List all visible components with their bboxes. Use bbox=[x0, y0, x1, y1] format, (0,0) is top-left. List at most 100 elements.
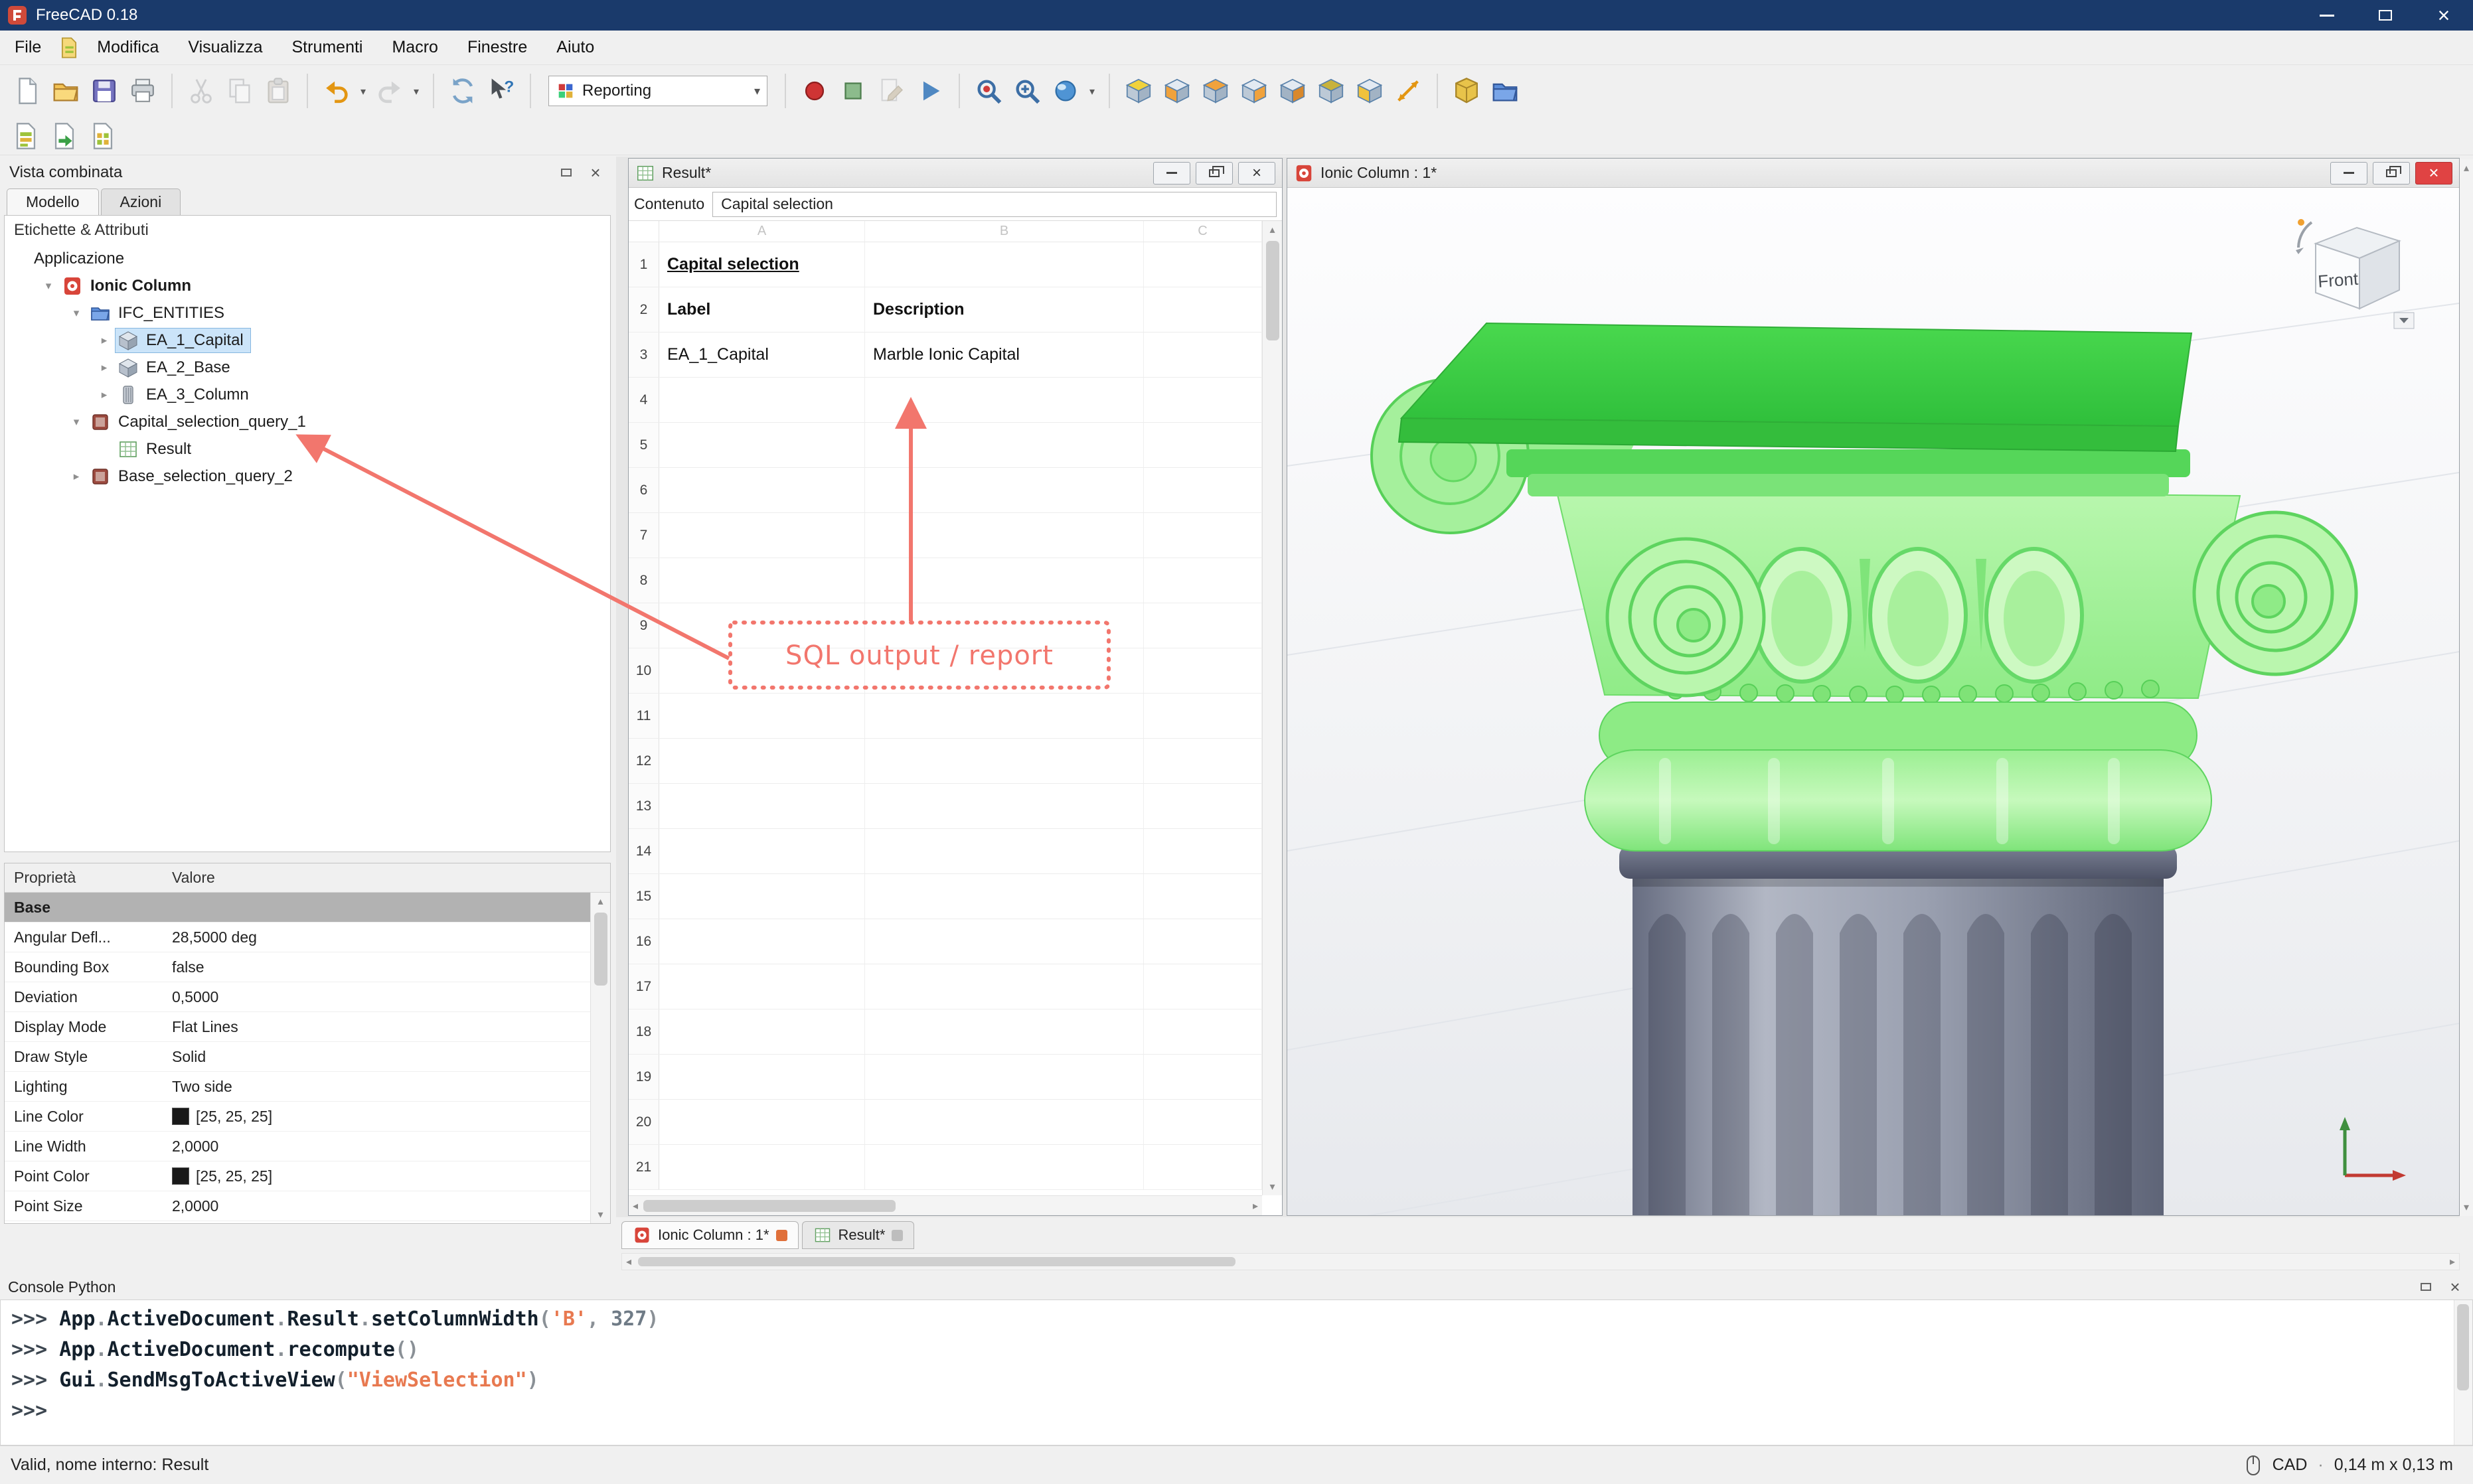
tree-item-ea-1-capital[interactable]: ▸EA_1_Capital bbox=[5, 327, 610, 354]
property-bounding-box[interactable]: Bounding Boxfalse bbox=[5, 952, 590, 982]
menu-file[interactable]: File bbox=[0, 31, 56, 64]
chevron-right-icon[interactable]: ▸ bbox=[94, 388, 115, 402]
mouse-nav-icon[interactable] bbox=[2245, 1455, 2262, 1476]
copy-button[interactable] bbox=[220, 72, 259, 110]
mdi-tab-result[interactable]: Result* bbox=[802, 1221, 915, 1249]
cell-B6[interactable] bbox=[865, 468, 1144, 512]
property-deviation[interactable]: Deviation0,5000 bbox=[5, 982, 590, 1012]
cell-A17[interactable] bbox=[659, 964, 865, 1009]
cell-A6[interactable] bbox=[659, 468, 865, 512]
column-header-a[interactable]: A bbox=[659, 221, 865, 242]
ionic-column-model[interactable] bbox=[1287, 188, 2459, 1215]
3d-viewport[interactable]: Front bbox=[1287, 188, 2459, 1215]
cell-A21[interactable] bbox=[659, 1145, 865, 1189]
cell-C4[interactable] bbox=[1144, 378, 1262, 422]
measure-distance-button[interactable] bbox=[1389, 72, 1427, 110]
console-scrollbar[interactable] bbox=[2454, 1300, 2472, 1445]
spreadsheet-grid[interactable]: ABC 1Capital selection2LabelDescription3… bbox=[629, 221, 1262, 1195]
cell-B1[interactable] bbox=[865, 242, 1144, 287]
chevron-down-icon[interactable]: ▾ bbox=[1085, 85, 1099, 98]
chevron-down-icon[interactable]: ▾ bbox=[66, 415, 87, 429]
zoom-button[interactable] bbox=[1008, 72, 1046, 110]
undo-button[interactable] bbox=[317, 72, 356, 110]
row-header-2[interactable]: 2 bbox=[629, 287, 659, 332]
close-panel-button[interactable]: × bbox=[2445, 1278, 2465, 1296]
ifc-report-button[interactable] bbox=[7, 117, 45, 155]
close-panel-button[interactable]: × bbox=[586, 163, 605, 182]
cell-B10[interactable] bbox=[865, 648, 1144, 693]
draw-style-button[interactable] bbox=[1046, 72, 1085, 110]
row-header-20[interactable]: 20 bbox=[629, 1100, 659, 1144]
scrollbar-thumb[interactable] bbox=[638, 1257, 1236, 1266]
macro-stop-button[interactable] bbox=[834, 72, 872, 110]
cell-A5[interactable] bbox=[659, 423, 865, 467]
cut-button[interactable] bbox=[182, 72, 220, 110]
sheet-vertical-scrollbar[interactable]: ▴ ▾ bbox=[1262, 221, 1282, 1195]
cell-A2[interactable]: Label bbox=[659, 287, 865, 332]
cell-B18[interactable] bbox=[865, 1009, 1144, 1054]
paste-button[interactable] bbox=[259, 72, 297, 110]
column-header-c[interactable]: C bbox=[1144, 221, 1262, 242]
cell-B15[interactable] bbox=[865, 874, 1144, 919]
row-header-10[interactable]: 10 bbox=[629, 648, 659, 693]
property-angular-defl[interactable]: Angular Defl...28,5000 deg bbox=[5, 923, 590, 952]
cell-A3[interactable]: EA_1_Capital bbox=[659, 333, 865, 377]
cell-A15[interactable] bbox=[659, 874, 865, 919]
row-header-14[interactable]: 14 bbox=[629, 829, 659, 873]
row-header-13[interactable]: 13 bbox=[629, 784, 659, 828]
cell-A18[interactable] bbox=[659, 1009, 865, 1054]
minimize-window-button[interactable] bbox=[1153, 162, 1190, 185]
cell-B17[interactable] bbox=[865, 964, 1144, 1009]
cell-B11[interactable] bbox=[865, 694, 1144, 738]
cell-C9[interactable] bbox=[1144, 603, 1262, 648]
row-header-3[interactable]: 3 bbox=[629, 333, 659, 377]
tree-item-ea-3-column[interactable]: ▸EA_3_Column bbox=[5, 381, 610, 408]
cell-C11[interactable] bbox=[1144, 694, 1262, 738]
fit-all-button[interactable] bbox=[969, 72, 1008, 110]
property-lighting[interactable]: LightingTwo side bbox=[5, 1072, 590, 1102]
scrollbar-thumb[interactable] bbox=[2457, 1304, 2469, 1390]
row-header-19[interactable]: 19 bbox=[629, 1055, 659, 1099]
scroll-down-icon[interactable]: ▾ bbox=[2464, 1199, 2469, 1216]
view-top-button[interactable] bbox=[1196, 72, 1235, 110]
menu-visualizza[interactable]: Visualizza bbox=[173, 31, 277, 64]
close-button[interactable]: × bbox=[2415, 0, 2473, 31]
cell-B14[interactable] bbox=[865, 829, 1144, 873]
cell-C14[interactable] bbox=[1144, 829, 1262, 873]
menu-finestre[interactable]: Finestre bbox=[453, 31, 542, 64]
tree-item-ifc-entities[interactable]: ▾IFC_ENTITIES bbox=[5, 299, 610, 327]
property-point-color[interactable]: Point Color[25, 25, 25] bbox=[5, 1161, 590, 1191]
restore-window-button[interactable] bbox=[2373, 162, 2410, 185]
mdi-horizontal-scrollbar[interactable]: ◂ ▸ bbox=[621, 1253, 2460, 1270]
row-header-5[interactable]: 5 bbox=[629, 423, 659, 467]
chevron-down-icon[interactable]: ▾ bbox=[66, 307, 87, 320]
cell-B2[interactable]: Description bbox=[865, 287, 1144, 332]
scroll-left-icon[interactable]: ◂ bbox=[633, 1197, 638, 1215]
cell-C17[interactable] bbox=[1144, 964, 1262, 1009]
chevron-down-icon[interactable]: ▾ bbox=[38, 279, 59, 293]
cell-B7[interactable] bbox=[865, 513, 1144, 557]
view-bottom-button[interactable] bbox=[1312, 72, 1350, 110]
cell-A10[interactable] bbox=[659, 648, 865, 693]
cell-B5[interactable] bbox=[865, 423, 1144, 467]
scrollbar-thumb[interactable] bbox=[594, 913, 607, 986]
tree-item-ionic-column[interactable]: ▾Ionic Column bbox=[5, 272, 610, 299]
3d-window-titlebar[interactable]: Ionic Column : 1* × bbox=[1287, 159, 2459, 188]
cell-A8[interactable] bbox=[659, 558, 865, 603]
menu-strumenti[interactable]: Strumenti bbox=[278, 31, 378, 64]
cell-B8[interactable] bbox=[865, 558, 1144, 603]
cell-C18[interactable] bbox=[1144, 1009, 1262, 1054]
close-window-button[interactable]: × bbox=[2415, 162, 2452, 185]
cell-C1[interactable] bbox=[1144, 242, 1262, 287]
close-window-button[interactable]: × bbox=[1238, 162, 1275, 185]
macro-record-button[interactable] bbox=[795, 72, 834, 110]
nav-style-selector[interactable]: CAD bbox=[2273, 1455, 2308, 1475]
cell-A1[interactable]: Capital selection bbox=[659, 242, 865, 287]
view-left-button[interactable] bbox=[1350, 72, 1389, 110]
cell-A13[interactable] bbox=[659, 784, 865, 828]
row-header-12[interactable]: 12 bbox=[629, 739, 659, 783]
chevron-right-icon[interactable]: ▸ bbox=[94, 361, 115, 374]
cell-A9[interactable] bbox=[659, 603, 865, 648]
refresh-button[interactable] bbox=[443, 72, 482, 110]
cell-C8[interactable] bbox=[1144, 558, 1262, 603]
